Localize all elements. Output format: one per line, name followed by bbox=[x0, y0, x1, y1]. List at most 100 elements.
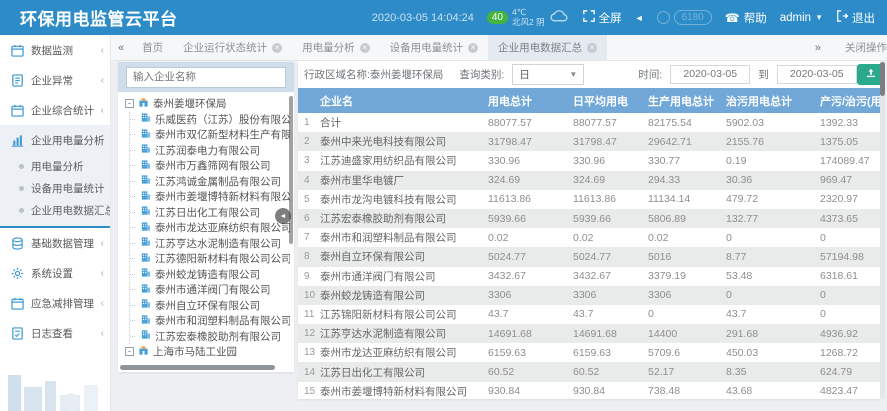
chevron-left-icon: ‹ bbox=[101, 105, 104, 116]
table-row[interactable]: 13泰州市龙达亚麻纺织有限公司6159.636159.635709.6450.0… bbox=[298, 343, 880, 362]
collapse-panel-button[interactable]: ◄ bbox=[275, 208, 291, 224]
tree-company-node[interactable]: 泰州市和润塑料制品有限公司 bbox=[137, 313, 290, 329]
tabs-scroll-right-icon[interactable]: » bbox=[807, 42, 829, 54]
building-icon bbox=[140, 174, 151, 188]
table-row[interactable]: 11江苏锦阳新材料有限公司公司43.743.7043.70 bbox=[298, 305, 880, 324]
date-to-input[interactable] bbox=[777, 65, 857, 84]
phone-icon: ☎ bbox=[725, 11, 740, 25]
sidebar-item-emergency-reduction[interactable]: 应急减排管理‹ bbox=[0, 288, 110, 318]
table-row[interactable]: 8泰州自立环保有限公司5024.775024.7750168.7757194.9… bbox=[298, 247, 880, 266]
value-cell: 1375.05 bbox=[820, 136, 880, 148]
sidebar-item-base-data-management[interactable]: 基础数据管理‹ bbox=[0, 228, 110, 258]
table-row[interactable]: 4泰州市里华电镀厂324.69324.69294.3330.36969.47 bbox=[298, 171, 880, 190]
value-cell: 624.79 bbox=[820, 366, 880, 378]
table-row[interactable]: 3江苏迪盛家用纺织品有限公司330.96330.96330.770.191740… bbox=[298, 151, 880, 170]
tree-company-node[interactable]: 江苏润泰电力有限公司 bbox=[137, 143, 290, 159]
tree-node-label: 江苏德阳新材料有限公司公司 bbox=[155, 251, 290, 266]
date-from-input[interactable] bbox=[670, 65, 750, 84]
notification-badge[interactable]: 6180 bbox=[657, 10, 712, 25]
table-row[interactable]: 5泰州市龙沟电镀科技有限公司11613.8611613.8611134.1447… bbox=[298, 190, 880, 209]
tree-connector bbox=[130, 289, 135, 290]
logout-button[interactable]: 退出 bbox=[836, 10, 875, 26]
sidebar-subitem-enterprise-power-summary[interactable]: 企业用电数据汇总 bbox=[0, 199, 110, 221]
table-row[interactable]: 7泰州市和润塑料制品有限公司0.020.020.0200 bbox=[298, 228, 880, 247]
wind-condition-label: 北风2 阴 bbox=[512, 18, 545, 28]
table-row[interactable]: 6江苏宏泰橡胶助剂有限公司5939.665939.665806.89132.77… bbox=[298, 209, 880, 228]
search-input[interactable] bbox=[126, 67, 286, 88]
close-icon[interactable]: × bbox=[468, 43, 478, 53]
sidebar-expanded-group: 企业用电量分析ˇ用电量分析设备用电量统计企业用电数据汇总 bbox=[0, 125, 110, 228]
value-cell: 6159.63 bbox=[488, 347, 573, 359]
sidebar-item-log-view[interactable]: 日志查看‹ bbox=[0, 318, 110, 348]
cloud-icon bbox=[549, 10, 570, 25]
tree-company-node[interactable]: 泰州市万鑫筛网有限公司 bbox=[137, 158, 290, 174]
tree-horizontal-scrollbar[interactable] bbox=[120, 365, 275, 370]
table-row[interactable]: 12江苏亨达水泥制造有限公司14691.6814691.6814400291.6… bbox=[298, 324, 880, 343]
tabs-scroll-left-icon[interactable]: « bbox=[110, 42, 132, 54]
tree-company-node[interactable]: 江苏日出化工有限公司 bbox=[137, 205, 290, 221]
export-button[interactable]: 导出 bbox=[857, 64, 880, 85]
collapse-node-icon[interactable]: - bbox=[125, 347, 134, 356]
main-vertical-scrollbar[interactable] bbox=[880, 62, 885, 399]
value-cell: 5939.66 bbox=[573, 213, 648, 225]
tab-run-status-statistics[interactable]: 企业运行状态统计× bbox=[173, 35, 292, 60]
table-row[interactable]: 2泰州中来光电科技有限公司31798.4731798.4729642.71215… bbox=[298, 132, 880, 151]
sidebar-item-data-monitoring[interactable]: 数据监测‹ bbox=[0, 35, 110, 65]
value-cell: 132.77 bbox=[726, 213, 820, 225]
table-row[interactable]: 10泰州蛟龙铸造有限公司33063306330600 bbox=[298, 286, 880, 305]
tree-connector bbox=[130, 336, 135, 337]
table-row[interactable]: 1合计88077.5788077.5782175.545902.031392.3… bbox=[298, 113, 880, 132]
row-index: 4 bbox=[298, 175, 320, 186]
tree-root-node[interactable]: -泰州姜堰环保局 bbox=[125, 96, 290, 112]
value-cell: 5024.77 bbox=[573, 251, 648, 263]
help-button[interactable]: ☎ 帮助 bbox=[725, 10, 767, 26]
fullscreen-button[interactable]: 全屏 bbox=[583, 10, 622, 26]
tree-company-node[interactable]: 江苏鸿诚金属制品有限公司 bbox=[137, 174, 290, 190]
tree-company-node[interactable]: 江苏宏泰橡胶助剂有限公司 bbox=[137, 329, 290, 345]
tree-company-node[interactable]: 泰州市龙达亚麻纺织有限公司 bbox=[137, 220, 290, 236]
tab-enterprise-power-summary[interactable]: 企业用电数据汇总× bbox=[488, 35, 607, 60]
sidebar-item-system-settings[interactable]: 系统设置‹ bbox=[0, 258, 110, 288]
tab-power-usage-analysis[interactable]: 用电量分析× bbox=[292, 35, 380, 60]
tree-vertical-scrollbar[interactable] bbox=[289, 96, 293, 244]
value-cell: 0 bbox=[820, 289, 880, 301]
tab-device-power-statistics[interactable]: 设备用电量统计× bbox=[380, 35, 489, 60]
calendar-icon bbox=[11, 103, 25, 117]
sidebar-item-enterprise-statistics[interactable]: 企业综合统计‹ bbox=[0, 95, 110, 125]
organization-icon bbox=[138, 97, 149, 111]
query-type-select[interactable]: 日 ▼ bbox=[512, 64, 584, 85]
close-icon[interactable]: × bbox=[587, 43, 597, 53]
close-operations-button[interactable]: 关闭操作 bbox=[845, 40, 887, 55]
sidebar-subitem-power-usage-analysis[interactable]: 用电量分析 bbox=[0, 155, 110, 177]
tree-company-node[interactable]: 泰州自立环保有限公司 bbox=[137, 298, 290, 314]
power-summary-panel: 行政区域名称:泰州姜堰环保局 查询类别: 日 ▼ 时间: 到 导出 企业名用电总… bbox=[298, 60, 880, 399]
collapse-node-icon[interactable]: - bbox=[125, 99, 134, 108]
speaker-muted-icon[interactable]: ◄ bbox=[635, 13, 644, 23]
sidebar-subitem-device-power-statistics[interactable]: 设备用电量统计 bbox=[0, 177, 110, 199]
value-cell: 3306 bbox=[573, 289, 648, 301]
tree-company-node[interactable]: 泰州市双亿新型材料生产有限公司 bbox=[137, 127, 290, 143]
chevron-down-icon: ▼ bbox=[815, 13, 823, 22]
tree-company-node[interactable]: 江苏亨达水泥制造有限公司 bbox=[137, 236, 290, 252]
tree-company-node[interactable]: 乐威医药（江苏）股份有限公司 bbox=[137, 112, 290, 128]
close-icon[interactable]: × bbox=[272, 43, 282, 53]
chevron-left-icon: ‹ bbox=[101, 268, 104, 279]
tree-company-node[interactable]: 泰州市通洋阀门有限公司 bbox=[137, 282, 290, 298]
tab-home[interactable]: 首页 bbox=[132, 35, 173, 60]
tree-company-node[interactable]: 泰州蛟龙铸造有限公司 bbox=[137, 267, 290, 283]
close-icon[interactable]: × bbox=[360, 43, 370, 53]
row-index: 13 bbox=[298, 347, 320, 358]
tree-root-node[interactable]: -上海市马陆工业园 bbox=[125, 344, 290, 360]
scrollbar-thumb[interactable] bbox=[880, 62, 885, 96]
tree-company-node[interactable]: 泰州市姜堰博特新材料有限公司 bbox=[137, 189, 290, 205]
sidebar-item-power-analysis[interactable]: 企业用电量分析ˇ bbox=[0, 125, 110, 155]
table-row[interactable]: 15泰州市姜堰博特新材料有限公司930.84930.84738.4843.684… bbox=[298, 382, 880, 399]
user-menu[interactable]: admin ▼ bbox=[780, 12, 823, 24]
value-cell: 14400 bbox=[648, 328, 726, 340]
table-row[interactable]: 9泰州市通洋阀门有限公司3432.673432.673379.1953.4863… bbox=[298, 267, 880, 286]
table-row[interactable]: 14江苏日出化工有限公司60.5260.5252.178.35624.79 bbox=[298, 362, 880, 381]
sidebar-item-label: 数据监测 bbox=[31, 43, 73, 58]
sidebar-item-enterprise-exception[interactable]: 企业异常‹ bbox=[0, 65, 110, 95]
sidebar-subitem-label: 设备用电量统计 bbox=[31, 181, 105, 196]
tree-company-node[interactable]: 江苏德阳新材料有限公司公司 bbox=[137, 251, 290, 267]
